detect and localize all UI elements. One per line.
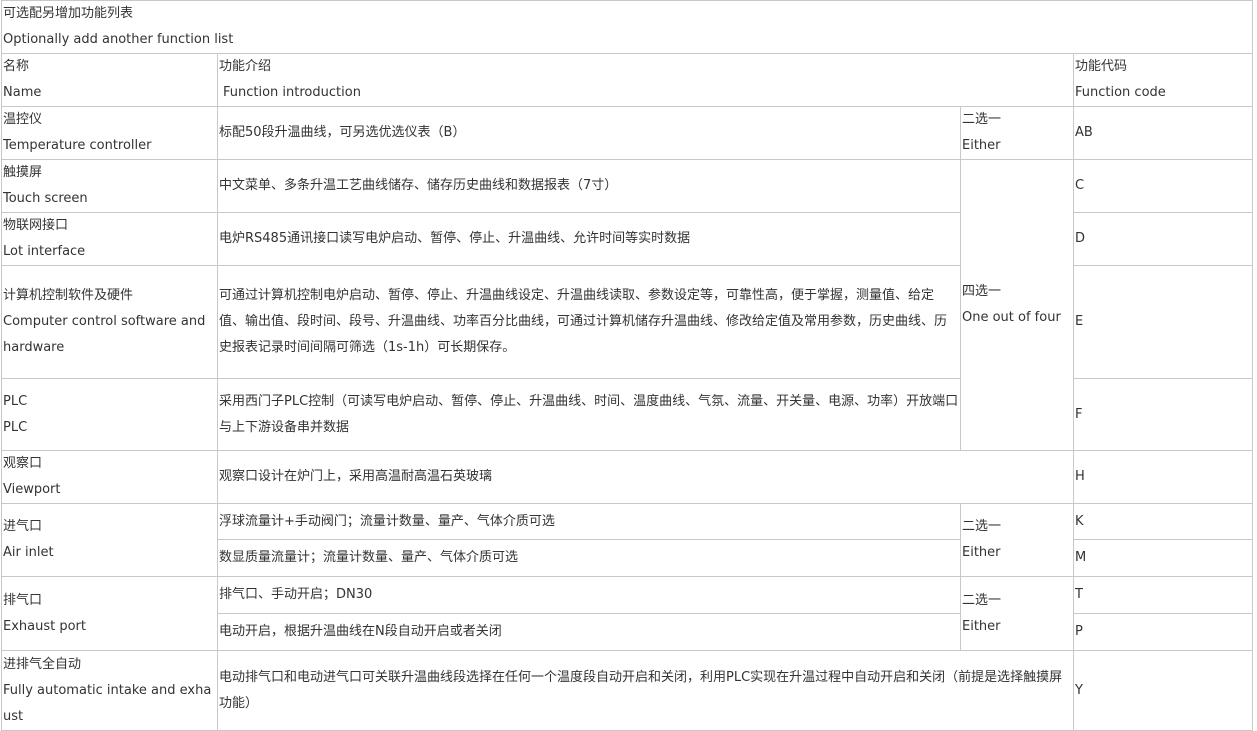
name-cell: 观察口 Viewport [1, 450, 218, 504]
intro-cell: 电动排气口和电动进气口可关联升温曲线段选择在任何一个温度段自动开启和关闭，利用P… [217, 650, 1074, 731]
code-cell: T [1073, 576, 1253, 614]
name-cell: 排气口 Exhaust port [1, 576, 218, 651]
name-cn: 进气口 [3, 519, 43, 534]
name-cn: 温控仪 [3, 112, 43, 127]
name-cell: 进排气全自动 Fully automatic intake and exhaus… [1, 650, 218, 731]
choice-cn: 二选一 [962, 519, 1002, 534]
intro-cell: 浮球流量计+手动阀门；流量计数量、量产、气体介质可选 [217, 503, 961, 540]
code-cell: K [1073, 503, 1253, 540]
intro-cell: 电炉RS485通讯接口读写电炉启动、暂停、停止、升温曲线、允许时间等实时数据 [217, 212, 961, 266]
table-row: 观察口 Viewport 观察口设计在炉门上，采用高温耐高温石英玻璃 H [1, 450, 1253, 504]
name-cn: 物联网接口 [3, 218, 69, 233]
name-cn: 观察口 [3, 456, 43, 471]
name-en: Lot interface [3, 244, 86, 259]
name-en: Fully automatic intake and exhaust [3, 682, 212, 724]
table-title-row: 可选配另增加功能列表 Optionally add another functi… [1, 0, 1253, 54]
code-cell: Y [1073, 650, 1253, 731]
code-cell: AB [1073, 106, 1253, 160]
code-cell: P [1073, 613, 1253, 651]
intro-cell: 电动开启，根据升温曲线在N段自动开启或者关闭 [217, 613, 961, 651]
choice-cell: 二选一 Either [960, 106, 1074, 160]
header-intro-cell: 功能介绍 Function introduction [217, 53, 1074, 107]
intro-cell: 排气口、手动开启；DN30 [217, 576, 961, 614]
name-cn: 进排气全自动 [3, 656, 82, 672]
name-en: Temperature controller [3, 138, 152, 153]
name-cell: 触摸屏 Touch screen [1, 159, 218, 213]
code-cell: D [1073, 212, 1253, 266]
header-name-cn: 名称 [3, 59, 30, 74]
choice-cell: 二选一 Either [960, 503, 1074, 577]
choice-en: Either [962, 618, 1001, 634]
choice-cn: 二选一 [962, 112, 1002, 127]
code-cell: C [1073, 159, 1253, 213]
function-list-table: 可选配另增加功能列表 Optionally add another functi… [1, 0, 1253, 731]
name-cell: 计算机控制软件及硬件 Computer control software and… [1, 265, 218, 379]
name-cn: PLC [3, 393, 28, 409]
name-cell: 物联网接口 Lot interface [1, 212, 218, 266]
choice-cn: 四选一 [962, 284, 1002, 299]
choice-cn: 二选一 [962, 592, 1002, 608]
choice-en: Either [962, 138, 1001, 153]
header-name-cell: 名称 Name [1, 53, 218, 107]
code-cell: F [1073, 378, 1253, 451]
name-en: Air inlet [3, 545, 54, 560]
table-row: 排气口 Exhaust port 排气口、手动开启；DN30 二选一 Eithe… [1, 576, 1253, 651]
name-cn: 排气口 [3, 592, 43, 608]
title-en: Optionally add another function list [3, 32, 234, 47]
name-cn: 计算机控制软件及硬件 [3, 288, 134, 303]
name-cn: 触摸屏 [3, 165, 43, 180]
name-cell: 进气口 Air inlet [1, 503, 218, 577]
header-code-cell: 功能代码 Function code [1073, 53, 1253, 107]
table-title-cell: 可选配另增加功能列表 Optionally add another functi… [1, 0, 1253, 54]
table-header-row: 名称 Name 功能介绍 Function introduction 功能代码 … [1, 53, 1253, 107]
intro-cell: 标配50段升温曲线，可另选优选仪表（B） [217, 106, 961, 160]
name-en: Computer control software and hardware [3, 314, 206, 355]
choice-cell: 二选一 Either [960, 576, 1074, 651]
name-en: Touch screen [3, 191, 88, 206]
header-name-en: Name [3, 85, 42, 100]
name-cell: PLC PLC [1, 378, 218, 451]
code-cell: E [1073, 265, 1253, 379]
name-en: Viewport [3, 482, 61, 497]
header-intro-cn: 功能介绍 [219, 59, 272, 74]
name-en: PLC [3, 419, 28, 435]
code-cell: M [1073, 539, 1253, 577]
intro-cell: 可通过计算机控制电炉启动、暂停、停止、升温曲线设定、升温曲线读取、参数设定等，可… [217, 265, 961, 379]
header-code-en: Function code [1075, 85, 1166, 100]
choice-en: One out of four [962, 310, 1061, 325]
title-cn: 可选配另增加功能列表 [3, 6, 134, 21]
choice-cell: 四选一 One out of four [960, 159, 1074, 451]
intro-cell: 采用西门子PLC控制（可读写电炉启动、暂停、停止、升温曲线、时间、温度曲线、气氛… [217, 378, 961, 451]
choice-en: Either [962, 545, 1001, 560]
header-code-cn: 功能代码 [1075, 59, 1128, 74]
table-row: 进排气全自动 Fully automatic intake and exhaus… [1, 650, 1253, 731]
intro-cell: 数显质量流量计；流量计数量、量产、气体介质可选 [217, 539, 961, 577]
table-row: 进气口 Air inlet 浮球流量计+手动阀门；流量计数量、量产、气体介质可选… [1, 503, 1253, 577]
name-en: Exhaust port [3, 618, 87, 634]
name-cell: 温控仪 Temperature controller [1, 106, 218, 160]
intro-cell: 观察口设计在炉门上，采用高温耐高温石英玻璃 [217, 450, 1074, 504]
table-row: 触摸屏 Touch screen 中文菜单、多条升温工艺曲线储存、储存历史曲线和… [1, 159, 1253, 451]
table-row: 温控仪 Temperature controller 标配50段升温曲线，可另选… [1, 106, 1253, 160]
header-intro-en: Function introduction [223, 85, 361, 100]
intro-cell: 中文菜单、多条升温工艺曲线储存、储存历史曲线和数据报表（7寸） [217, 159, 961, 213]
code-cell: H [1073, 450, 1253, 504]
